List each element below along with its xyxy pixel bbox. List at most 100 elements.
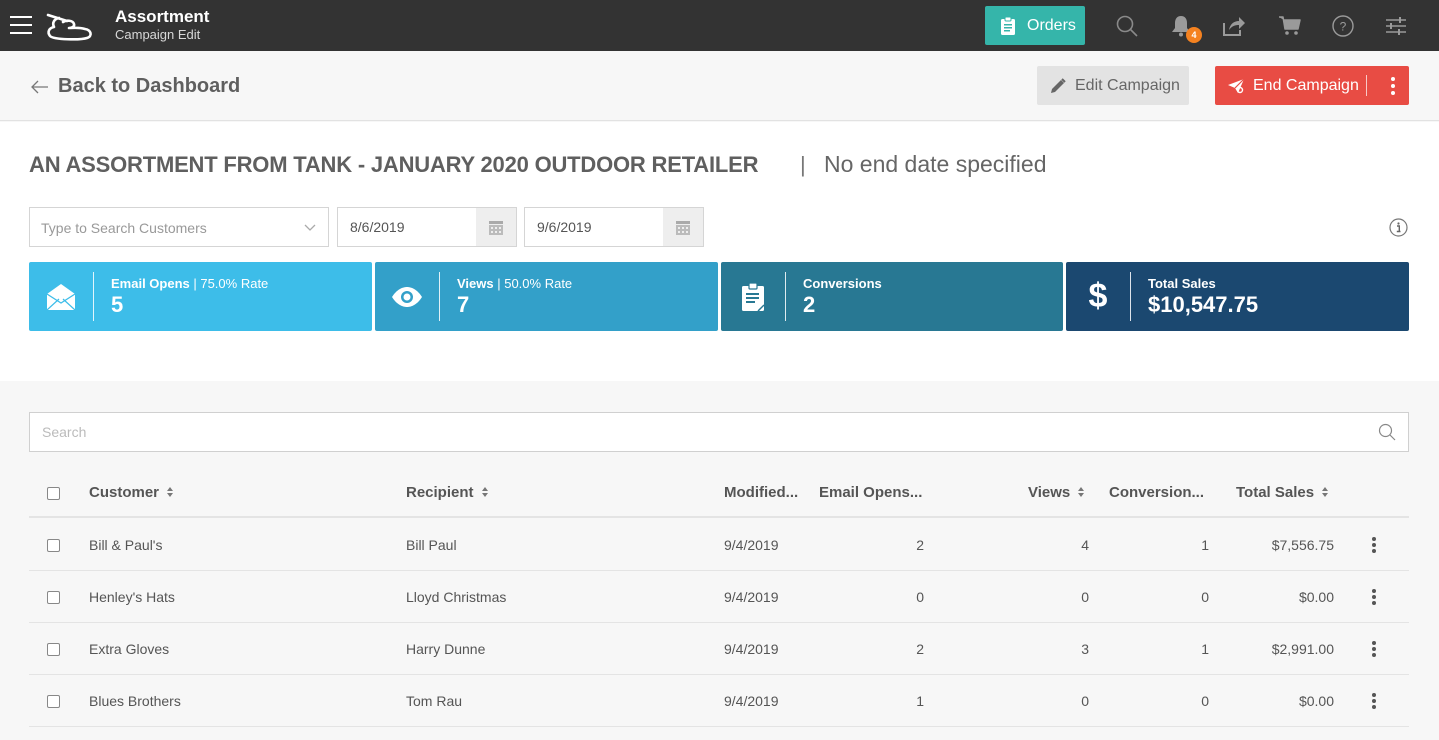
cell-email-opens: 2 bbox=[916, 537, 924, 553]
info-icon[interactable] bbox=[1389, 218, 1408, 237]
end-campaign-button[interactable]: End Campaign bbox=[1215, 66, 1409, 105]
top-nav-bar: Assortment Campaign Edit Orders 4 ? bbox=[0, 0, 1439, 51]
table-row[interactable]: Henley's Hats Lloyd Christmas 9/4/2019 0 0 0 $… bbox=[29, 571, 1409, 623]
divider bbox=[439, 272, 440, 321]
table-row[interactable]: Extra Gloves Harry Dunne 9/4/2019 2 3 1 $2,991… bbox=[29, 623, 1409, 675]
stat-label: Email Opens bbox=[111, 276, 190, 291]
sort-icon bbox=[481, 487, 489, 498]
row-actions-icon[interactable] bbox=[1371, 693, 1377, 709]
divider bbox=[93, 272, 94, 321]
column-header-customer[interactable]: Customer bbox=[89, 484, 174, 501]
cell-conversions: 0 bbox=[1201, 693, 1209, 709]
settings-sliders-icon[interactable] bbox=[1383, 13, 1409, 39]
end-campaign-label: End Campaign bbox=[1253, 76, 1359, 94]
eye-icon bbox=[375, 262, 439, 331]
svg-text:?: ? bbox=[1340, 20, 1347, 34]
cell-conversions: 1 bbox=[1201, 641, 1209, 657]
envelope-open-icon bbox=[29, 262, 93, 331]
search-icon[interactable] bbox=[1378, 423, 1396, 441]
button-divider bbox=[1366, 75, 1367, 96]
table-header: Customer Recipient Modified... Email Ope… bbox=[29, 467, 1409, 518]
cell-modified: 9/4/2019 bbox=[724, 589, 779, 605]
stat-card-views: Views | 50.0% Rate 7 bbox=[375, 262, 718, 331]
back-label: Back to Dashboard bbox=[58, 75, 241, 97]
cell-recipient: Bill Paul bbox=[406, 537, 457, 553]
table-search-input[interactable] bbox=[30, 413, 1360, 451]
row-checkbox[interactable] bbox=[47, 695, 60, 708]
cell-email-opens: 0 bbox=[916, 589, 924, 605]
subheader: Back to Dashboard Edit Campaign End Camp… bbox=[0, 51, 1439, 121]
pencil-icon bbox=[1051, 77, 1066, 93]
logo-icon[interactable] bbox=[45, 12, 95, 42]
stat-label: Conversions bbox=[803, 276, 882, 291]
stat-rate: | 75.0% Rate bbox=[189, 276, 269, 291]
start-date-field[interactable] bbox=[337, 207, 517, 247]
row-checkbox[interactable] bbox=[47, 539, 60, 552]
orders-label: Orders bbox=[1027, 16, 1076, 34]
cell-email-opens: 2 bbox=[916, 641, 924, 657]
dollar-icon: $ bbox=[1088, 277, 1108, 315]
column-header-recipient[interactable]: Recipient bbox=[406, 484, 489, 501]
table-search-box[interactable] bbox=[29, 412, 1409, 452]
column-header-conversions[interactable]: Conversion... bbox=[1109, 484, 1204, 501]
search-icon[interactable] bbox=[1114, 13, 1140, 39]
calendar-icon[interactable] bbox=[663, 208, 703, 246]
cell-views: 0 bbox=[1081, 589, 1089, 605]
cell-views: 3 bbox=[1081, 641, 1089, 657]
row-actions-icon[interactable] bbox=[1371, 537, 1377, 553]
table-row[interactable]: Bill & Paul's Bill Paul 9/4/2019 2 4 1 $7,556.… bbox=[29, 519, 1409, 571]
stat-value: 7 bbox=[457, 292, 470, 317]
orders-button[interactable]: Orders bbox=[985, 6, 1085, 45]
edit-campaign-button[interactable]: Edit Campaign bbox=[1037, 66, 1189, 105]
column-label: Total Sales bbox=[1236, 484, 1315, 501]
cell-modified: 9/4/2019 bbox=[724, 537, 779, 553]
column-label: Views bbox=[1028, 484, 1071, 501]
stat-label: Views bbox=[457, 276, 494, 291]
customer-search-select[interactable]: Type to Search Customers bbox=[29, 207, 329, 247]
end-date-field[interactable] bbox=[524, 207, 704, 247]
edit-campaign-label: Edit Campaign bbox=[1075, 76, 1180, 94]
divider bbox=[785, 272, 786, 321]
cell-conversions: 1 bbox=[1201, 537, 1209, 553]
arrow-left-icon bbox=[31, 80, 48, 93]
column-header-total-sales[interactable]: Total Sales bbox=[1236, 484, 1329, 501]
cell-recipient: Harry Dunne bbox=[406, 641, 486, 657]
notification-badge: 4 bbox=[1186, 27, 1202, 43]
stat-value: 5 bbox=[111, 292, 124, 317]
column-header-views[interactable]: Views bbox=[1028, 484, 1085, 501]
cell-conversions: 0 bbox=[1201, 589, 1209, 605]
app-title: Assortment bbox=[115, 7, 210, 26]
end-date-text: No end date specified bbox=[824, 151, 1047, 177]
cell-total-sales: $7,556.75 bbox=[1271, 537, 1334, 553]
sort-icon bbox=[1322, 487, 1329, 498]
cell-views: 4 bbox=[1081, 537, 1089, 553]
stat-value: $10,547.75 bbox=[1148, 292, 1259, 317]
stat-value: 2 bbox=[803, 292, 816, 317]
menu-icon[interactable] bbox=[10, 15, 32, 35]
more-options-icon[interactable] bbox=[1377, 66, 1409, 105]
back-to-dashboard-link[interactable]: Back to Dashboard bbox=[31, 75, 240, 98]
row-actions-icon[interactable] bbox=[1371, 589, 1377, 605]
calendar-icon[interactable] bbox=[476, 208, 516, 246]
cart-icon[interactable] bbox=[1277, 13, 1303, 39]
column-header-modified[interactable]: Modified... bbox=[724, 484, 798, 501]
sort-icon bbox=[167, 487, 174, 498]
end-date-input[interactable] bbox=[525, 208, 663, 246]
row-actions-icon[interactable] bbox=[1371, 641, 1377, 657]
cell-views: 0 bbox=[1081, 693, 1089, 709]
table-row[interactable]: Blues Brothers Tom Rau 9/4/2019 1 0 0 $0.00 bbox=[29, 675, 1409, 727]
start-date-input[interactable] bbox=[338, 208, 476, 246]
help-icon[interactable]: ? bbox=[1330, 13, 1356, 39]
column-label: Conversion... bbox=[1109, 484, 1205, 501]
stat-card-conversions: Conversions 2 bbox=[721, 262, 1063, 331]
select-all-checkbox[interactable] bbox=[47, 487, 60, 500]
campaign-summary: AN ASSORTMENT FROM TANK - JANUARY 2020 O… bbox=[0, 122, 1439, 381]
cell-recipient: Tom Rau bbox=[406, 693, 463, 709]
cell-customer: Blues Brothers bbox=[89, 693, 181, 709]
column-header-email-opens[interactable]: Email Opens... bbox=[819, 484, 922, 501]
clipboard-icon bbox=[1001, 16, 1015, 35]
row-checkbox[interactable] bbox=[47, 591, 60, 604]
cell-total-sales: $2,991.00 bbox=[1271, 641, 1334, 657]
share-icon[interactable] bbox=[1221, 13, 1247, 39]
row-checkbox[interactable] bbox=[47, 643, 60, 656]
